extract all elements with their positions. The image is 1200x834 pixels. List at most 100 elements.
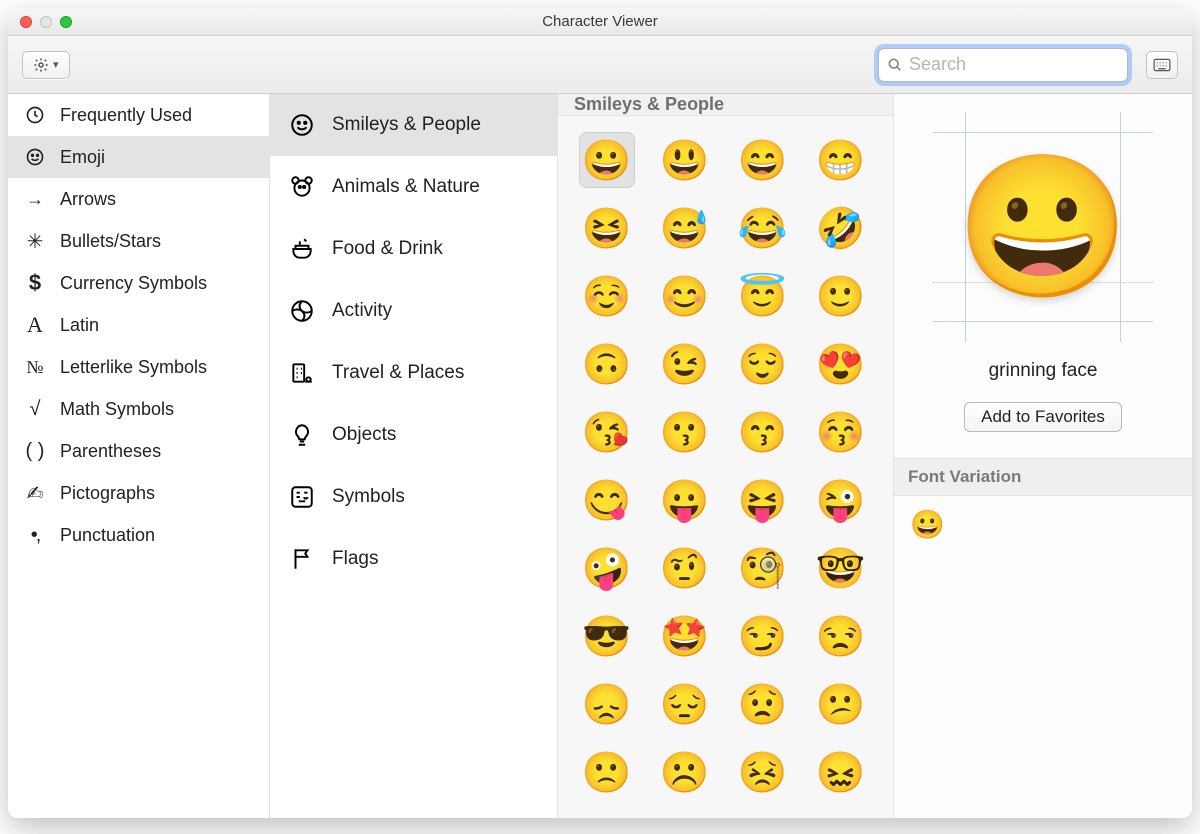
emoji-cell[interactable]: 😄 [735,132,791,188]
settings-menu-button[interactable]: ▾ [22,51,70,79]
category-bullets-stars[interactable]: ✳︎Bullets/Stars [8,220,269,262]
character-grid-pane: Smileys & People 😀😃😄😁😆😅😂🤣☺️😊😇🙂🙃😉😌😍😘😗😙😚😋😛… [558,94,894,818]
subcategory-flags[interactable]: Flags [270,528,557,590]
category-label: Frequently Used [60,105,192,126]
emoji-cell[interactable]: ☹️ [657,744,713,800]
food-icon [288,235,316,263]
emoji-cell[interactable]: 😇 [735,268,791,324]
emoji-cell[interactable]: ☺️ [579,268,635,324]
emoji-cell[interactable]: 🧐 [735,540,791,596]
character-viewer-window: Character Viewer ▾ [8,8,1192,818]
emoji-cell[interactable]: 😆 [579,200,635,256]
category-arrows[interactable]: →Arrows [8,178,269,220]
emoji-cell[interactable]: 🤨 [657,540,713,596]
search-icon [887,57,903,73]
chevron-down-icon: ▾ [53,58,59,71]
emoji-cell[interactable]: 😋 [579,472,635,528]
category-punctuation[interactable]: •,Punctuation [8,514,269,556]
emoji-cell[interactable]: 🤪 [579,540,635,596]
paren-icon: ( ) [24,440,46,463]
gear-icon [33,57,49,73]
objects-icon [288,421,316,449]
emoji-cell[interactable]: 😀 [579,132,635,188]
emoji-cell[interactable]: 🙁 [579,744,635,800]
emoji-cell[interactable]: 😕 [813,676,869,732]
emoji-cell[interactable]: 😖 [813,744,869,800]
category-currency-symbols[interactable]: $Currency Symbols [8,262,269,304]
category-label: Letterlike Symbols [60,357,207,378]
subcategory-label: Symbols [332,486,405,508]
emoji-cell[interactable]: 😟 [735,676,791,732]
emoji-cell[interactable]: 😝 [735,472,791,528]
emoji-cell[interactable]: 😉 [657,336,713,392]
category-label: Pictographs [60,483,155,504]
picto-icon: ✍︎ [24,481,46,506]
subcategory-animals-nature[interactable]: Animals & Nature [270,156,557,218]
subcategory-label: Food & Drink [332,238,443,260]
emoji-cell[interactable]: 😩 [657,812,713,818]
subcategory-food-drink[interactable]: Food & Drink [270,218,557,280]
category-math-symbols[interactable]: √Math Symbols [8,388,269,430]
font-variation-header: Font Variation [894,458,1192,496]
clock-icon [24,105,46,125]
emoji-cell[interactable]: 🤓 [813,540,869,596]
subcategory-objects[interactable]: Objects [270,404,557,466]
A-icon: A [24,312,46,338]
toolbar: ▾ [8,36,1192,94]
subcategory-smileys-people[interactable]: Smileys & People [270,94,557,156]
emoji-cell[interactable]: 🤩 [657,608,713,664]
star-icon: ✳︎ [24,229,46,254]
emoji-cell[interactable]: 😏 [735,608,791,664]
symbols-icon [288,483,316,511]
search-field[interactable] [878,48,1128,82]
font-variation-glyph[interactable]: 😀 [910,509,945,540]
subcategory-label: Smileys & People [332,114,481,136]
category-label: Arrows [60,189,116,210]
punct-icon: •, [24,524,46,547]
emoji-cell[interactable]: 😒 [813,608,869,664]
subcategory-activity[interactable]: Activity [270,280,557,342]
emoji-cell[interactable]: 🤣 [813,200,869,256]
preview-glyph: 😀 [956,157,1130,297]
search-input[interactable] [909,54,1141,75]
numero-icon: № [24,357,46,378]
emoji-cell[interactable]: 😁 [813,132,869,188]
flags-icon [288,545,316,573]
emoji-cell[interactable]: 😙 [735,404,791,460]
emoji-cell[interactable]: 😚 [813,404,869,460]
emoji-cell[interactable]: 😜 [813,472,869,528]
character-grid: 😀 😃 😄 😁 😆 😅 😂 🤣 ☺️ 😊 😇 🙂 🙃 😉 😌 😍 😘 😗 😙 😚 😋 😛 😝 😜 🤪 🤨 🧐 🤓 😎 🤩 😏 😒 😞 😔 😟 😕 🙁 ☹️… [558,116,893,818]
emoji-cell[interactable]: 😞 [579,676,635,732]
emoji-cell[interactable]: 😢 [735,812,791,818]
emoji-cell[interactable]: 😅 [657,200,713,256]
emoji-cell[interactable]: 😂 [735,200,791,256]
emoji-cell[interactable]: 😃 [657,132,713,188]
category-frequently-used[interactable]: Frequently Used [8,94,269,136]
category-emoji[interactable]: Emoji [8,136,269,178]
emoji-cell[interactable]: 😛 [657,472,713,528]
emoji-cell[interactable]: 😣 [735,744,791,800]
subcategory-symbols[interactable]: Symbols [270,466,557,528]
emoji-cell[interactable]: 😔 [657,676,713,732]
emoji-cell[interactable]: 🙂 [813,268,869,324]
emoji-cell[interactable]: 😫 [579,812,635,818]
category-latin[interactable]: ALatin [8,304,269,346]
subcategory-label: Activity [332,300,392,322]
emoji-cell[interactable]: 😌 [735,336,791,392]
columns: Frequently Used Emoji→Arrows✳︎Bullets/Sta… [8,94,1192,818]
add-to-favorites-button[interactable]: Add to Favorites [964,402,1122,432]
category-label: Math Symbols [60,399,174,420]
emoji-cell[interactable]: 😊 [657,268,713,324]
emoji-cell[interactable]: 😗 [657,404,713,460]
emoji-cell[interactable]: 🙃 [579,336,635,392]
emoji-cell[interactable]: 😎 [579,608,635,664]
emoji-cell[interactable]: 😍 [813,336,869,392]
category-parentheses[interactable]: ( )Parentheses [8,430,269,472]
emoji-cell[interactable]: 😭 [813,812,869,818]
subcategory-travel-places[interactable]: Travel & Places [270,342,557,404]
emoji-cell[interactable]: 😘 [579,404,635,460]
keyboard-viewer-button[interactable] [1146,51,1178,79]
category-letterlike-symbols[interactable]: № Letterlike Symbols [8,346,269,388]
travel-icon [288,359,316,387]
category-pictographs[interactable]: ✍︎ Pictographs [8,472,269,514]
